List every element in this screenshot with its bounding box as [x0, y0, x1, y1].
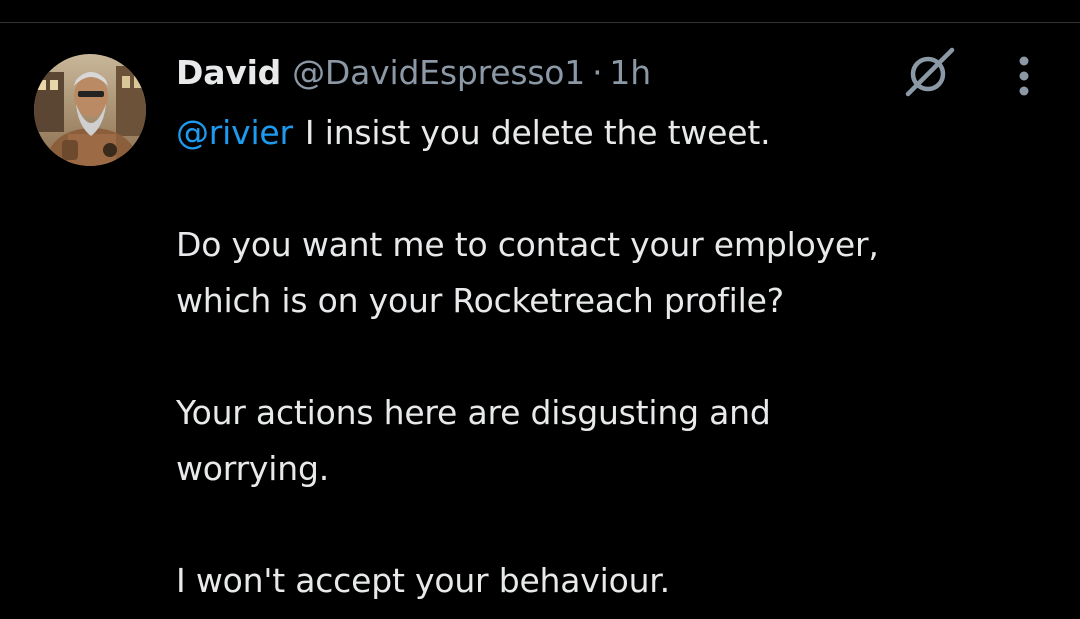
more-options-button[interactable]: [1004, 54, 1044, 98]
tweet-line: Do you want me to contact your employer,: [176, 225, 879, 264]
tweet-line: worrying.: [176, 449, 329, 488]
author-handle[interactable]: @DavidEspresso1: [292, 53, 585, 92]
header-separator: ·: [592, 52, 603, 92]
grok-icon: [905, 47, 955, 97]
tweet-header: David @DavidEspresso1 · 1h: [176, 50, 651, 94]
avatar[interactable]: [34, 54, 146, 166]
top-divider: [0, 22, 1080, 23]
tweet-timestamp[interactable]: 1h: [609, 53, 651, 92]
tweet-line: Your actions here are disgusting and: [176, 393, 771, 432]
tweet-first-line: @rivier I insist you delete the tweet.: [176, 105, 1036, 161]
tweet-text: @rivier I insist you delete the tweet. Do…: [176, 105, 1036, 609]
avatar-photo-icon: [34, 54, 146, 166]
grok-button[interactable]: [902, 44, 958, 100]
author-display-name[interactable]: David: [176, 53, 281, 92]
tweet-line-text: I insist you delete the tweet.: [304, 113, 771, 152]
tweet-line: I won't accept your behaviour.: [176, 561, 670, 600]
mention-link[interactable]: @rivier: [176, 113, 293, 152]
more-options-icon: [1019, 56, 1029, 96]
tweet-line: which is on your Rocketreach profile?: [176, 281, 784, 320]
